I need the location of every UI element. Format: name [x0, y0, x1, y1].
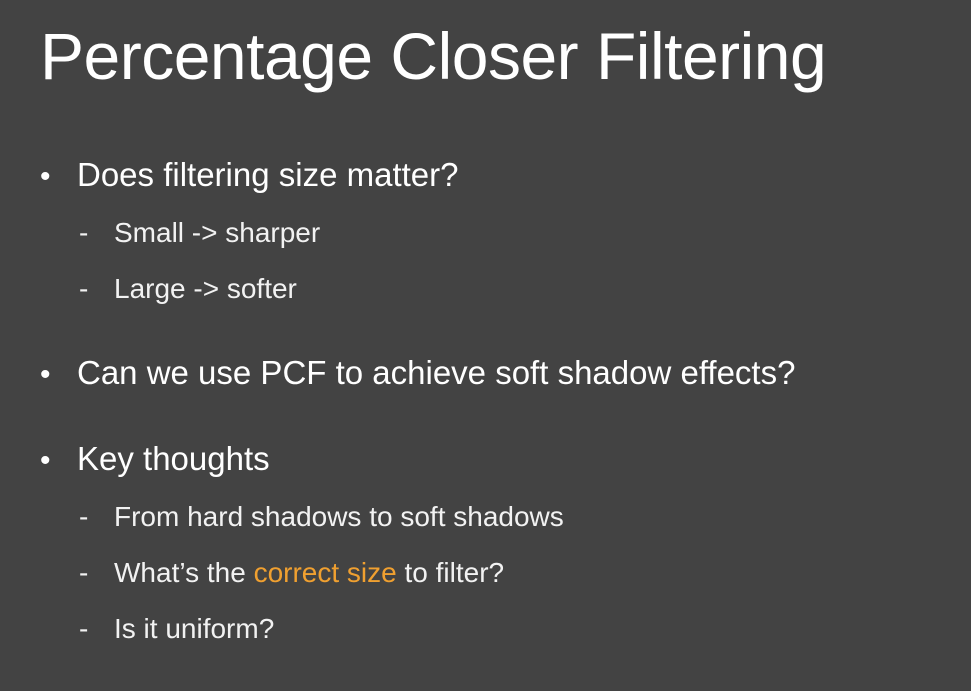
sub-marker: - — [79, 557, 89, 588]
sub-marker: - — [79, 613, 89, 644]
slide-title: Percentage Closer Filtering — [40, 19, 827, 93]
sub-text: Is it uniform? — [114, 613, 275, 644]
sub-text-before: What’s the — [114, 557, 254, 588]
bullet-text: Can we use PCF to achieve soft shadow ef… — [77, 354, 796, 391]
sub-item: - Is it uniform? — [79, 612, 274, 646]
sub-text-after: to filter? — [396, 557, 505, 588]
bullet-item: • Can we use PCF to achieve soft shadow e… — [40, 353, 795, 395]
bullet-marker: • — [40, 160, 51, 193]
sub-text: Small -> sharper — [114, 217, 321, 248]
bullet-marker: • — [40, 444, 51, 477]
sub-item: - What’s the correct size to filter? — [79, 556, 504, 590]
sub-marker: - — [79, 501, 89, 532]
sub-text: Large -> softer — [114, 273, 297, 304]
sub-text: From hard shadows to soft shadows — [114, 501, 564, 532]
sub-item: - Small -> sharper — [79, 216, 320, 250]
sub-marker: - — [79, 217, 89, 248]
sub-item: - Large -> softer — [79, 272, 297, 306]
slide: Percentage Closer Filtering • Does filter… — [0, 0, 971, 691]
sub-marker: - — [79, 273, 89, 304]
bullet-item: • Key thoughts — [40, 439, 270, 481]
bullet-item: • Does filtering size matter? — [40, 155, 458, 197]
sub-item: - From hard shadows to soft shadows — [79, 500, 564, 534]
bullet-marker: • — [40, 358, 51, 391]
bullet-text: Does filtering size matter? — [77, 156, 459, 193]
highlighted-text: correct size — [253, 557, 397, 588]
bullet-text: Key thoughts — [77, 440, 270, 477]
